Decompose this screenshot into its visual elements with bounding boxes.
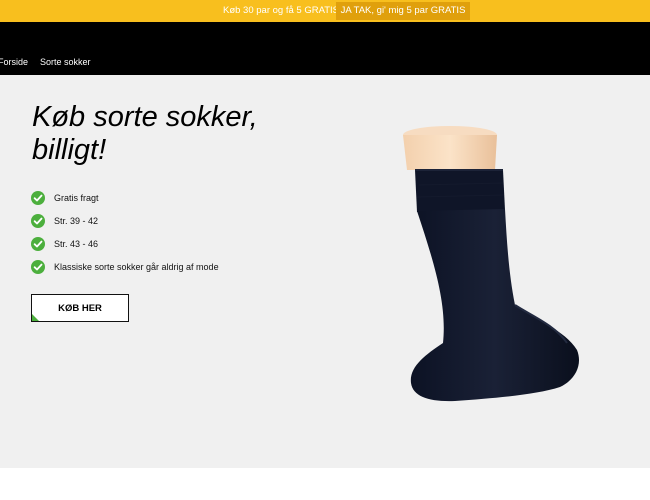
promo-text: Køb 30 par og få 5 GRATIS! xyxy=(223,5,342,16)
promo-bar: Køb 30 par og få 5 GRATIS! JA TAK, gi' m… xyxy=(0,0,650,22)
feature-list: Gratis fragt Str. 39 - 42 Str. 43 - 46 K… xyxy=(31,186,219,278)
feature-label: Klassiske sorte sokker går aldrig af mod… xyxy=(54,261,219,272)
feature-label: Str. 43 - 46 xyxy=(54,238,99,249)
feature-item: Klassiske sorte sokker går aldrig af mod… xyxy=(31,255,219,278)
feature-item: Gratis fragt xyxy=(31,186,219,209)
feature-label: Str. 39 - 42 xyxy=(54,215,99,226)
promo-claim-button[interactable]: JA TAK, gi' mig 5 par GRATIS xyxy=(336,2,470,20)
buy-button-label: KØB HER xyxy=(58,302,102,314)
feature-item: Str. 39 - 42 xyxy=(31,209,219,232)
check-icon xyxy=(31,190,45,205)
check-icon xyxy=(31,213,45,228)
check-icon xyxy=(31,236,45,251)
buy-now-button[interactable]: KØB HER xyxy=(31,294,129,322)
footer-strip xyxy=(0,468,650,500)
hero-section: Køb sorte sokker, billigt! Gratis fragt … xyxy=(0,75,650,468)
hero-title: Køb sorte sokker, billigt! xyxy=(32,101,258,166)
button-corner-accent xyxy=(32,314,39,321)
feature-item: Str. 43 - 46 xyxy=(31,232,219,255)
check-icon xyxy=(31,259,45,274)
main-navbar: Forside Sorte sokker xyxy=(0,22,650,80)
black-sock-image xyxy=(403,126,580,402)
feature-label: Gratis fragt xyxy=(54,192,99,203)
